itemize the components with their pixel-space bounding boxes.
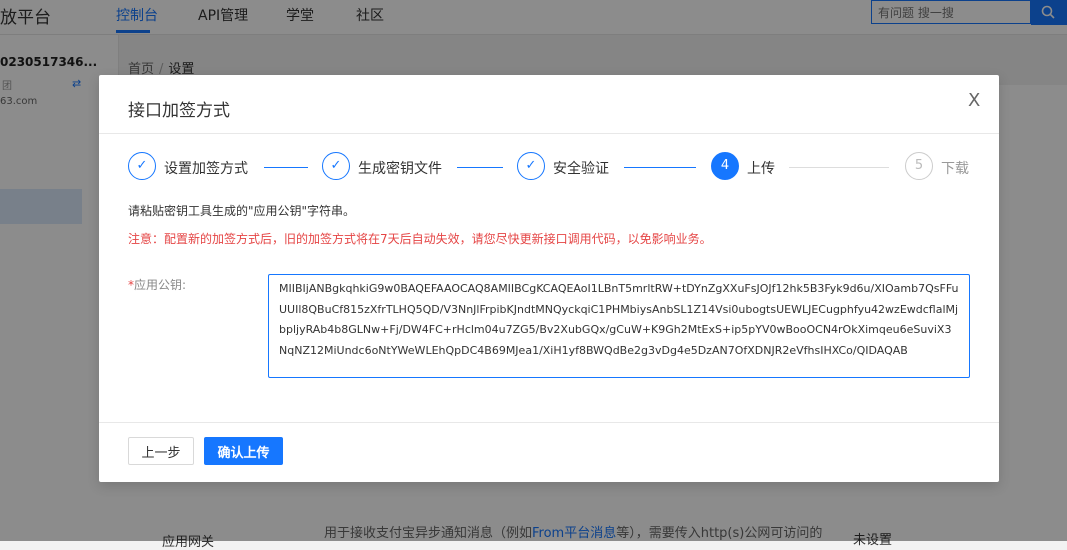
check-icon: ✓ — [322, 152, 350, 180]
step-label: 生成密钥文件 — [358, 161, 442, 177]
step-label: 上传 — [747, 161, 775, 177]
public-key-input[interactable]: MIIBIjANBgkqhkiG9w0BAQEFAAOCAQ8AMIIBCgKC… — [268, 274, 970, 378]
footer-divider — [99, 422, 999, 423]
header-divider — [99, 133, 999, 134]
check-icon: ✓ — [128, 152, 156, 180]
step-connector — [457, 167, 503, 168]
paste-hint: 请粘贴密钥工具生成的"应用公钥"字符串。 — [128, 204, 356, 218]
sign-method-modal: 接口加签方式 X ✓ 设置加签方式 ✓ 生成密钥文件 ✓ 安全验证 4 上传 5… — [99, 75, 999, 482]
close-icon[interactable]: X — [968, 90, 980, 111]
step-connector — [264, 167, 308, 168]
warning-text: 注意：配置新的加签方式后，旧的加签方式将在7天后自动失效，请您尽快更新接口调用代… — [128, 232, 712, 246]
confirm-upload-button[interactable]: 确认上传 — [204, 437, 283, 465]
step-label: 下载 — [941, 161, 969, 177]
step-connector — [624, 167, 696, 168]
step-number: 5 — [905, 152, 933, 180]
step-number: 4 — [711, 152, 739, 180]
modal-title: 接口加签方式 — [128, 101, 230, 121]
previous-step-button[interactable]: 上一步 — [128, 437, 194, 465]
step-connector — [789, 167, 889, 168]
step-label: 设置加签方式 — [164, 161, 248, 177]
step-label: 安全验证 — [553, 161, 609, 177]
check-icon: ✓ — [517, 152, 545, 180]
public-key-label: *应用公钥: — [128, 278, 187, 292]
